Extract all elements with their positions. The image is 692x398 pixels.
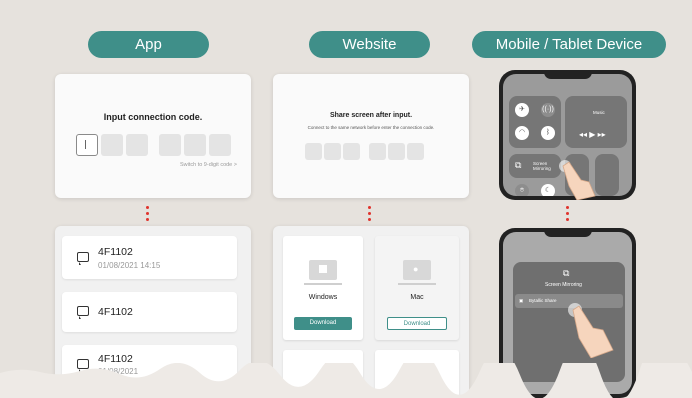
code-digit-6[interactable] (209, 134, 231, 156)
chat-icon (77, 252, 89, 265)
website-code-panel: Share screen after input. Connect to the… (273, 74, 469, 198)
code-digit-6[interactable] (407, 143, 424, 160)
mac-card: ● Mac Download (375, 236, 459, 340)
app-code-input[interactable] (76, 134, 234, 156)
list-item[interactable]: 4F1102 01/08/2021 14:15 (62, 236, 237, 279)
app-code-panel: Input connection code. Switch to 9-digit… (55, 74, 251, 198)
mac-monitor-icon: ● (403, 260, 431, 280)
windows-card: Windows Download (283, 236, 363, 340)
device-option-label: Bytallic Share (529, 298, 557, 303)
website-header: Website (309, 31, 430, 58)
windows-label: Windows (308, 294, 338, 301)
orientation-lock-icon[interactable]: ⌾ (515, 184, 529, 196)
monitor-stand (398, 283, 436, 285)
phone-notch (543, 70, 592, 79)
screen-mirroring-tile-label: Screen Mirroring (533, 161, 551, 171)
code-digit-4[interactable] (159, 134, 181, 156)
code-digit-5[interactable] (388, 143, 405, 160)
phone-control-center: ✈ ((·)) ◠ ᛒ Music ◂◂ ▶ ▸▸ Screen Mirrori… (499, 70, 636, 200)
music-tile (565, 96, 627, 148)
chat-icon (77, 306, 89, 319)
app-header: App (88, 31, 209, 58)
website-connector-dots (368, 206, 372, 224)
app-code-title: Input connection code. (103, 112, 203, 122)
switch-code-link[interactable]: Switch to 9-digit code > (180, 162, 237, 168)
website-code-subtitle: Connect to the same network before enter… (307, 125, 435, 130)
monitor-stand (304, 283, 342, 285)
bluetooth-icon[interactable]: ᛒ (541, 126, 555, 140)
windows-download-button[interactable]: Download (294, 317, 352, 330)
music-label: Music (593, 110, 605, 115)
pointing-hand-icon (559, 160, 596, 200)
torn-paper-edge (0, 363, 692, 398)
code-digit-5[interactable] (184, 134, 206, 156)
pointing-hand-icon (568, 303, 614, 358)
mobile-connector-dots (566, 206, 570, 224)
code-digit-4[interactable] (369, 143, 386, 160)
code-digit-3[interactable] (343, 143, 360, 160)
wifi-icon[interactable]: ◠ (515, 126, 529, 140)
airplane-icon[interactable]: ✈ (515, 103, 529, 117)
device-name: 4F1102 (98, 246, 133, 258)
code-digit-1[interactable] (76, 134, 98, 156)
windows-monitor-icon (309, 260, 337, 280)
screen-mirroring-icon: ⧉ (515, 160, 522, 170)
cellular-icon[interactable]: ((·)) (541, 103, 555, 117)
mac-download-button[interactable]: Download (387, 317, 447, 330)
app-connector-dots (146, 206, 150, 224)
code-digit-2[interactable] (101, 134, 123, 156)
playback-controls[interactable]: ◂◂ ▶ ▸▸ (579, 130, 606, 139)
code-digit-3[interactable] (126, 134, 148, 156)
mac-label: Mac (410, 294, 424, 301)
list-item[interactable]: 4F1102 (62, 292, 237, 332)
mirroring-popup-icon: ⧉ (563, 268, 570, 278)
website-code-input[interactable] (305, 143, 426, 160)
mirroring-popup-title: Screen Mirroring (545, 282, 582, 288)
code-digit-1[interactable] (305, 143, 322, 160)
code-digit-2[interactable] (324, 143, 341, 160)
device-date: 01/08/2021 14:15 (98, 261, 161, 270)
moon-icon[interactable]: ☾ (541, 184, 555, 196)
phone-notch (543, 228, 592, 237)
website-code-title: Share screen after input. (329, 112, 413, 119)
device-name: 4F1102 (98, 306, 133, 318)
mobile-header: Mobile / Tablet Device (472, 31, 666, 58)
device-option-icon: ▣ (519, 298, 524, 303)
